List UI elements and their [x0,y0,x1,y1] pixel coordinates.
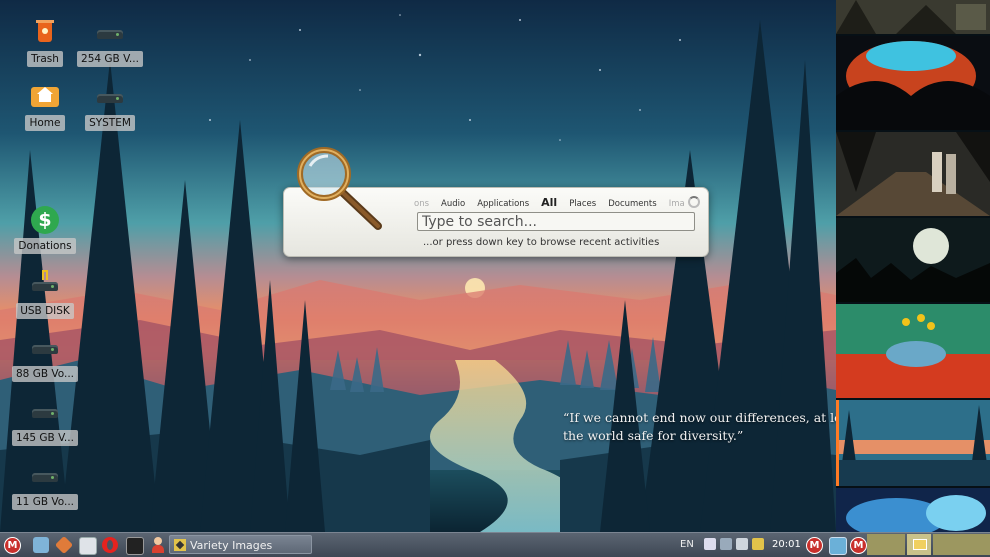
desktop-icon-home[interactable]: Home [10,82,80,131]
tab-applications[interactable]: Applications [477,199,529,209]
drive-icon [29,461,61,491]
mintupdate-tray-icon[interactable]: M [850,537,867,554]
desktop-icon-label: USB DISK [16,303,74,319]
keyboard-layout-indicator[interactable]: EN [680,539,694,550]
wallpaper-thumbnail[interactable] [836,218,990,302]
launcher-tabs: ons Audio Applications All Places Documents Im… [414,196,699,210]
trash-icon [29,18,61,48]
desktop-icon-label: 88 GB Vo... [12,366,78,382]
wallpaper-thumbnail[interactable] [836,488,990,532]
usb-drive-icon [29,270,61,300]
tab-audio[interactable]: Audio [441,199,465,209]
mint-update-icon[interactable]: M [806,537,823,554]
desktop-icon-label: 11 GB Vo... [12,494,78,510]
desktop-icon-system[interactable]: SYSTEM [75,82,145,131]
desktop-icon-11gb-volume[interactable]: 11 GB Vo... [10,461,80,510]
taskbar: M Variety Images EN 20:01 M M [0,532,990,557]
task-label: Variety Images [190,539,273,552]
drive-icon [94,82,126,112]
drive-icon [29,397,61,427]
dollar-icon: $ [29,205,61,235]
tab-places[interactable]: Places [569,199,596,209]
desktop-icon-label: Trash [27,51,63,67]
variety-tray-icon[interactable] [752,538,764,550]
wallpaper-quote: “If we cannot end now our differences, a… [563,409,860,445]
notes-tray-icon[interactable] [704,538,716,550]
mint-menu-icon[interactable]: M [4,537,21,554]
desktop-icon-donations[interactable]: $ Donations [10,205,80,254]
wallpaper-thumbnail-selected[interactable] [836,400,990,486]
desktop-icon-145gb-volume[interactable]: 145 GB V... [10,397,80,446]
notes-icon[interactable] [79,537,97,555]
network-tray-icon[interactable] [736,538,748,550]
wallpaper-thumbnail[interactable] [836,132,990,216]
variety-icon [174,539,186,551]
desktop-icon-usb-disk[interactable]: USB DISK [10,270,80,319]
drive-icon [29,333,61,363]
search-input[interactable] [417,212,695,231]
wallpaper-thumbnail[interactable] [836,36,990,130]
wallpaper-thumbnail[interactable] [836,304,990,398]
tab-images[interactable]: Ima [669,199,685,209]
clock[interactable]: 20:01 [772,539,801,550]
workspace-1[interactable] [867,534,905,555]
desktop-icon-label: 254 GB V... [77,51,143,67]
wallpaper-thumbnail[interactable] [836,0,990,34]
show-desktop-icon[interactable] [33,537,49,553]
desktop-icon-88gb-volume[interactable]: 88 GB Vo... [10,333,80,382]
desktop-icon-254gb-volume[interactable]: 254 GB V... [75,18,145,67]
magnifier-icon [294,146,384,232]
taskbar-task-variety-images[interactable]: Variety Images [169,535,312,554]
workspace-2[interactable] [907,534,931,555]
desktop-icon-trash[interactable]: Trash [10,18,80,67]
desktop-icon-label: SYSTEM [85,115,135,131]
display-tray-icon[interactable] [829,537,847,555]
image-tray-icon[interactable] [720,538,732,550]
variety-thumbnail-strip [836,0,990,532]
home-folder-icon [29,82,61,112]
desktop-icon-label: Donations [14,238,76,254]
desktop-icon-label: Home [25,115,65,131]
drive-icon [94,18,126,48]
quote-line: “If we cannot end now our differences, a… [563,410,861,425]
tab-applications-partial[interactable]: ons [414,199,429,209]
tab-documents[interactable]: Documents [608,199,656,209]
terminal-icon[interactable] [126,537,144,555]
workspace-3[interactable] [933,534,990,555]
tab-all[interactable]: All [541,196,557,209]
desktop-wallpaper [0,0,836,532]
loading-spinner-icon [688,196,700,208]
quote-line: the world safe for diversity.” [563,428,744,443]
opera-icon[interactable] [102,537,118,553]
search-hint: ...or press down key to browse recent ac… [423,237,660,248]
user-icon[interactable] [150,537,166,553]
package-icon[interactable] [54,535,74,555]
desktop-icon-label: 145 GB V... [12,430,78,446]
